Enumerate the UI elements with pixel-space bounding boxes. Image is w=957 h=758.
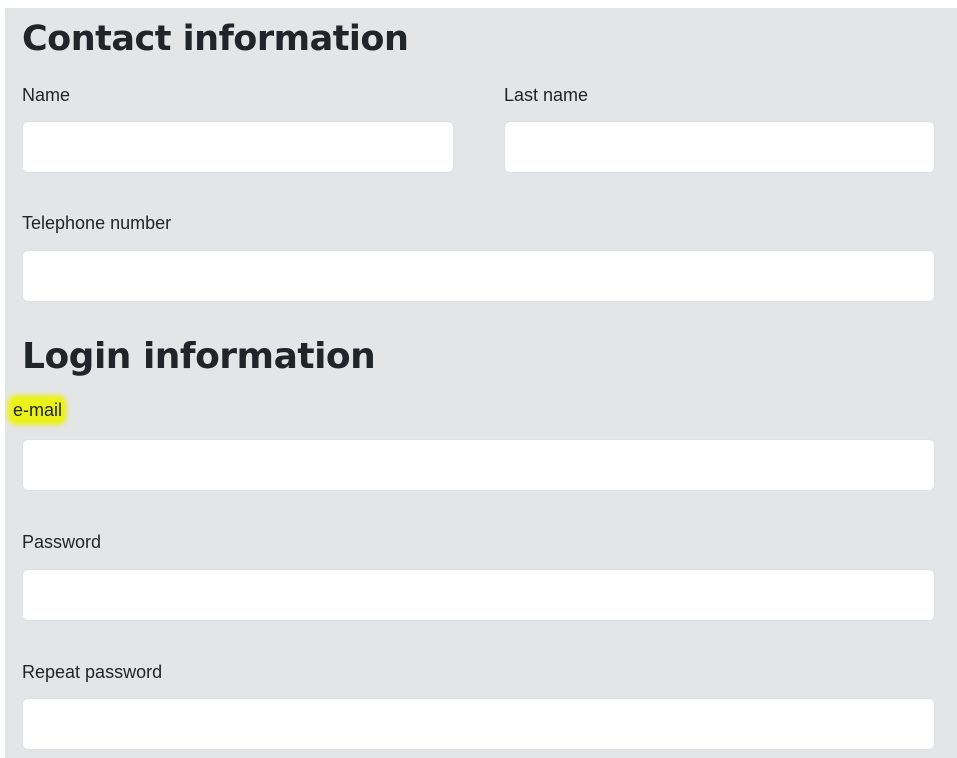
repeat-password-input[interactable]	[22, 698, 935, 750]
last-name-input[interactable]	[504, 121, 935, 173]
name-label: Name	[22, 85, 71, 105]
registration-form-panel: Contact information Name Last name Telep…	[5, 8, 957, 758]
repeat-password-label: Repeat password	[22, 662, 163, 682]
login-information-heading: Login information	[22, 336, 376, 377]
contact-information-heading: Contact information	[22, 19, 409, 59]
name-input[interactable]	[22, 121, 454, 173]
password-label: Password	[22, 532, 102, 552]
telephone-number-label: Telephone number	[22, 213, 172, 233]
password-input[interactable]	[22, 569, 935, 621]
email-input[interactable]	[22, 439, 935, 491]
telephone-number-input[interactable]	[22, 250, 935, 302]
last-name-label: Last name	[504, 85, 589, 105]
email-label: e-mail	[11, 398, 65, 422]
